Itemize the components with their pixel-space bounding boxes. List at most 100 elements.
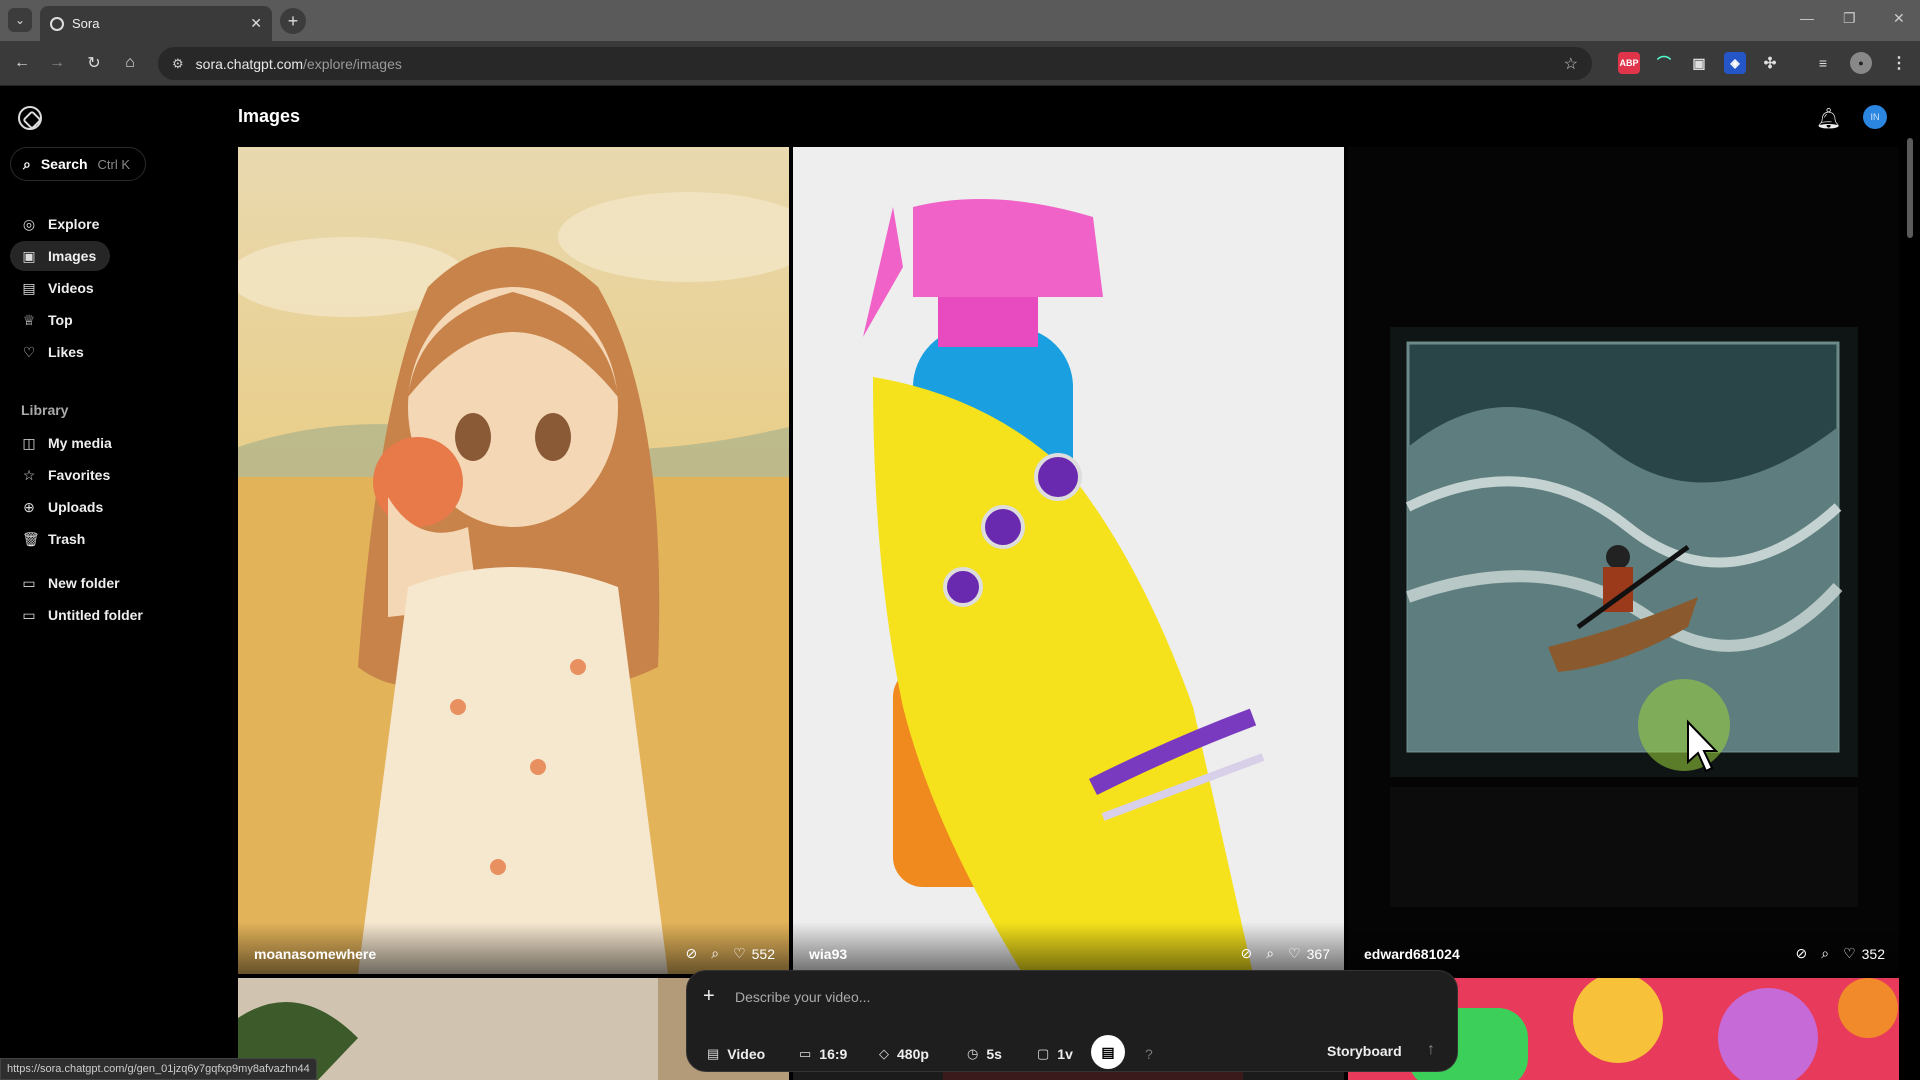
library-trash[interactable]: 🗑 Trash — [10, 524, 130, 554]
notification-bell-icon[interactable]: 🔔︎ — [1816, 106, 1841, 131]
bookmark-star-icon[interactable]: ☆ — [1564, 54, 1578, 74]
address-bar[interactable]: ⚙ sora.chatgpt.com/explore/images ☆ — [158, 47, 1592, 80]
restore-icon[interactable]: ❐ — [1843, 10, 1856, 27]
resolution-selector[interactable]: ◇ 480p — [879, 1041, 929, 1067]
image-card[interactable]: edward681024 ⊘ ⌕ ♡ 352 — [1348, 147, 1899, 974]
help-icon: ? — [1145, 1046, 1153, 1062]
remix-icon[interactable]: ⊘ — [686, 945, 698, 962]
presets-button[interactable]: ▤ — [1091, 1035, 1125, 1069]
option-label: 480p — [897, 1046, 929, 1062]
page-title: Images — [238, 106, 301, 126]
card-image-girl-with-peach — [238, 147, 789, 974]
forward-icon[interactable]: → — [45, 51, 69, 75]
nav-likes[interactable]: ♡ Likes — [10, 337, 110, 367]
nav-videos[interactable]: ▤ Videos — [10, 273, 110, 303]
library-heading: Library — [21, 402, 69, 418]
remix-icon[interactable]: ⊘ — [1241, 945, 1253, 962]
adblock-extension-icon[interactable]: ABP — [1618, 52, 1640, 74]
search-icon: ⌕ — [23, 155, 31, 172]
camera-extension-icon[interactable]: ▣ — [1688, 52, 1710, 74]
tab-search-button[interactable]: ⌄ — [8, 8, 32, 32]
window-close-icon[interactable]: ✕ — [1893, 10, 1905, 27]
scrollbar-thumb[interactable] — [1907, 138, 1913, 238]
nav-label: Videos — [48, 280, 94, 296]
diamond-icon: ◇ — [879, 1046, 889, 1061]
nav-label: Top — [48, 312, 73, 328]
minimize-icon[interactable]: — — [1800, 10, 1814, 26]
option-label: 16:9 — [819, 1046, 848, 1062]
library-uploads[interactable]: ⊕ Uploads — [10, 492, 130, 522]
nav-top[interactable]: ♕ Top — [10, 305, 110, 335]
like-button[interactable]: ♡ 352 — [1843, 945, 1885, 962]
like-button[interactable]: ♡ 367 — [1288, 945, 1330, 962]
card-username[interactable]: edward681024 — [1364, 946, 1796, 962]
home-icon[interactable]: ⌂ — [118, 51, 142, 75]
extensions-puzzle-icon[interactable]: ✣ — [1759, 52, 1781, 74]
sora-favicon-icon — [50, 16, 64, 31]
nav-explore[interactable]: ◎ Explore — [10, 209, 110, 239]
card-footer: moanasomewhere ⊘ ⌕ ♡ 552 — [238, 922, 789, 974]
option-label: 1v — [1057, 1046, 1073, 1062]
close-icon[interactable]: ✕ — [250, 15, 262, 32]
nav-label: Uploads — [48, 499, 104, 515]
image-card[interactable]: wia93 ⊘ ⌕ ♡ 367 — [793, 147, 1344, 974]
reload-icon[interactable]: ↻ — [82, 51, 106, 75]
like-button[interactable]: ♡ 552 — [733, 945, 775, 962]
upload-icon: ⊕ — [23, 498, 35, 515]
aspect-ratio-icon: ▭ — [799, 1046, 812, 1061]
folder-icon: ▭ — [22, 574, 36, 591]
back-icon[interactable]: ← — [10, 51, 34, 75]
folder-new-folder[interactable]: ▭ New folder — [10, 568, 150, 598]
search-label: Search — [40, 156, 88, 172]
aspect-ratio-selector[interactable]: ▭ 16:9 — [799, 1041, 847, 1067]
search-button[interactable]: ⌕ Search Ctrl K — [10, 147, 146, 181]
library-favorites[interactable]: ☆ Favorites — [10, 460, 130, 490]
storyboard-button[interactable]: Storyboard — [1327, 1043, 1402, 1059]
prompt-input[interactable]: Describe your video... — [735, 989, 870, 1005]
duration-selector[interactable]: ◷ 5s — [967, 1041, 1002, 1067]
search-shortcut: Ctrl K — [97, 156, 131, 172]
image-card[interactable]: moanasomewhere ⊘ ⌕ ♡ 552 — [238, 147, 789, 974]
like-count: 367 — [1306, 945, 1330, 962]
library-my-media[interactable]: ◫ My media — [10, 428, 130, 458]
remix-icon[interactable]: ⊘ — [1796, 945, 1808, 962]
browser-menu-icon[interactable]: ⋮ — [1888, 52, 1910, 74]
option-label: Video — [727, 1046, 766, 1062]
nav-label: My media — [48, 435, 112, 451]
nav-label: Favorites — [48, 467, 111, 483]
sora-logo-icon[interactable] — [18, 106, 42, 130]
nav-label: Explore — [48, 216, 100, 232]
card-username[interactable]: wia93 — [809, 946, 1241, 962]
extension-rainbow-icon[interactable]: ⌒ — [1653, 52, 1675, 74]
site-info-icon[interactable]: ⚙ — [172, 56, 184, 72]
avatar[interactable]: IN — [1863, 105, 1887, 129]
heart-icon: ♡ — [1288, 945, 1301, 961]
option-label: 5s — [986, 1046, 1002, 1062]
profile-avatar-icon[interactable]: ● — [1850, 52, 1872, 74]
add-attachment-icon[interactable]: + — [703, 985, 715, 1008]
heart-icon: ♡ — [733, 945, 746, 961]
media-controls-icon[interactable]: ≡ — [1812, 52, 1834, 74]
variations-icon: ▢ — [1037, 1046, 1050, 1061]
send-arrow-icon[interactable]: ↑ — [1427, 1041, 1435, 1059]
type-selector[interactable]: ▤ Video — [707, 1041, 765, 1067]
page-scrollbar[interactable] — [1906, 134, 1914, 1074]
new-tab-button[interactable]: + — [280, 8, 306, 34]
url-text[interactable]: sora.chatgpt.com/explore/images — [196, 56, 402, 72]
folder-untitled-folder[interactable]: ▭ Untitled folder — [10, 600, 170, 630]
search-icon[interactable]: ⌕ — [711, 945, 719, 962]
variations-selector[interactable]: ▢ 1v — [1037, 1041, 1073, 1067]
star-icon: ☆ — [22, 466, 36, 483]
browser-tab[interactable]: Sora ✕ — [40, 6, 272, 41]
browser-toolbar: ← → ↻ ⌂ ⚙ sora.chatgpt.com/explore/image… — [0, 41, 1920, 86]
nav-images[interactable]: ▣ Images — [10, 241, 110, 271]
card-footer: edward681024 ⊘ ⌕ ♡ 352 — [1348, 922, 1899, 974]
search-icon[interactable]: ⌕ — [1821, 945, 1829, 962]
like-count: 352 — [1861, 945, 1885, 962]
search-icon[interactable]: ⌕ — [1266, 945, 1274, 962]
card-image-spray-bottle-glove — [793, 147, 1344, 974]
help-button[interactable]: ? — [1145, 1041, 1153, 1067]
image-icon: ▣ — [22, 247, 36, 264]
card-username[interactable]: moanasomewhere — [254, 946, 686, 962]
shield-extension-icon[interactable]: ◈ — [1724, 52, 1746, 74]
